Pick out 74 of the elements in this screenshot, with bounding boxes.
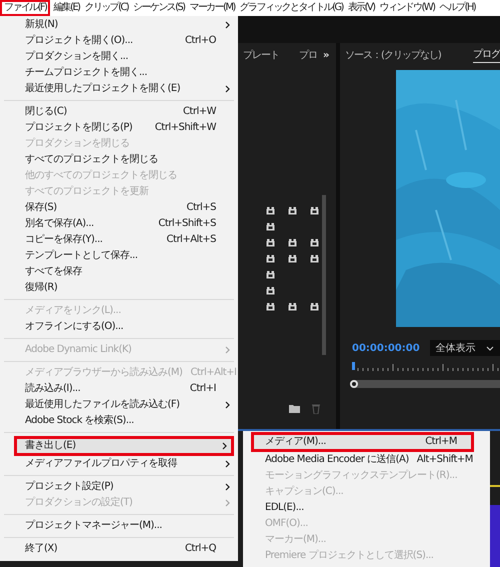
shortcut-label: Ctrl+Shift+W [154,123,216,133]
bin-icon [266,239,275,247]
menu-item[interactable]: 閉じる(C) Ctrl+W [0,104,238,120]
menu-item[interactable]: 保存(S) Ctrl+S [0,200,238,216]
bin-icon [266,271,275,279]
panel-tab[interactable]: プログ [473,47,500,63]
shortcut-label: Ctrl+W [182,107,216,117]
menu-bar-item[interactable]: 編集(E) [51,0,82,16]
menu-item[interactable]: テンプレートとして保存... [0,248,238,264]
shortcut-label: Ctrl+Alt+I [189,368,236,378]
caret-icon [486,346,494,350]
bin-icon [288,239,297,247]
menu-item[interactable]: Adobe Media Encoder に送信(A) Alt+Shift+M [243,452,490,468]
menu-bar-item[interactable]: クリップ(C) [82,0,130,16]
bin-icon [266,255,275,263]
menu-item[interactable]: 復帰(R) [0,280,238,296]
menu-item[interactable]: 別名で保存(A)... Ctrl+Shift+S [0,216,238,232]
menu-item[interactable]: プロジェクトを開く(O)... Ctrl+O [0,33,238,49]
menu-item[interactable]: コピーを保存(Y)... Ctrl+Alt+S [0,232,238,248]
menu-item[interactable]: メディア(M)... Ctrl+M [251,432,474,452]
panel-tab[interactable]: ソース：(クリップなし) [345,48,441,62]
bin-icon [310,255,319,263]
panel-tab[interactable]: プロ [299,48,317,62]
shortcut-label: Ctrl+S [185,203,216,213]
shortcut-label: Ctrl+Alt+S [166,235,216,245]
shortcut-label: Ctrl+Shift+S [157,219,216,229]
menu-item[interactable]: プロジェクトマネージャー(M)... [0,518,238,534]
bin-icon [288,303,297,311]
menu-item[interactable]: すべてのプロジェクトを閉じる [0,152,238,168]
menu-item[interactable]: プロジェクトを閉じる(P) Ctrl+Shift+W [0,120,238,136]
shortcut-label: Ctrl+O [184,36,216,46]
menu-item[interactable]: メディアファイルプロパティを取得 [0,456,238,472]
bin-icon [310,207,319,215]
shortcut-label: Ctrl+M [424,437,457,447]
menu-item[interactable]: 最近使用したファイルを読み込む(F) [0,397,238,413]
zoom-dropdown[interactable]: 全体表示 [430,340,500,356]
menu-item[interactable]: オフラインにする(O)... [0,319,238,335]
bin-icon [266,207,275,215]
menu-item[interactable]: 新規(N) [0,17,238,33]
bin-icon [288,255,297,263]
bin-icon [288,207,297,215]
bin-icon [266,287,275,295]
menu-item[interactable]: 読み込み(I)... Ctrl+I [0,381,238,397]
menu-item[interactable]: 書き出し(E) [14,436,234,456]
bin-icon [310,303,319,311]
shortcut-label: Ctrl+Q [184,544,216,554]
menu-item[interactable]: プロジェクト設定(P) [0,479,238,495]
timecode: 00:00:00:00 [352,342,420,356]
shortcut-label: Ctrl+I [188,384,216,394]
menu-item[interactable]: プロダクションを開く... [0,49,238,65]
bin-icon [310,239,319,247]
menu-bar-item[interactable]: ファイル(F) [0,0,50,16]
shortcut-label: Alt+Shift+M [416,455,473,465]
menu-item[interactable]: チームプロジェクトを開く... [0,65,238,81]
folder-icon[interactable] [289,405,300,413]
overflow-button[interactable]: » [323,48,328,62]
menu-item[interactable]: すべてを保存 [0,264,238,280]
clip-block [490,505,500,567]
menu-item[interactable]: 終了(X) Ctrl+Q [0,541,238,557]
menu-item[interactable]: EDL(E)... [243,500,490,516]
scrollbar[interactable] [322,195,326,355]
menu-bar-item[interactable]: マーカー(M) [187,0,237,16]
menu-item[interactable]: 最近使用したプロジェクトを開く(E) [0,81,238,97]
menu-bar-item[interactable]: シーケンス(S) [131,0,186,16]
panel-tab[interactable]: プレート [243,48,279,62]
scroll-handle[interactable] [350,380,358,388]
scrollbar[interactable] [350,380,500,388]
bin-icon [266,303,275,311]
bin-icon [266,223,275,231]
menu-bar-item[interactable]: ウィンドウ(W) [377,0,436,16]
menu-bar-item[interactable]: グラフィックとタイトル(G) [238,0,345,16]
menu-bar-item[interactable]: ヘルプ(H) [437,0,478,16]
menu-item[interactable]: Adobe Stock を検索(S)... [0,413,238,429]
menu-bar-item[interactable]: 表示(V) [346,0,376,16]
